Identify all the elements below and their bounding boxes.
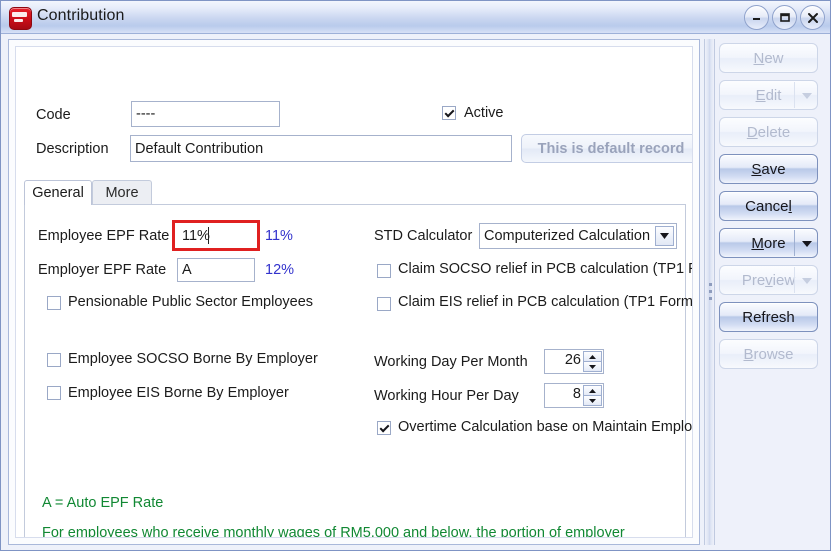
action-button-label: Edit — [755, 86, 782, 104]
button-divider — [794, 82, 795, 108]
window-controls — [744, 5, 825, 30]
form-area: Code ---- Description Default Contributi… — [15, 46, 693, 538]
overtime-calculation-label: Overtime Calculation base on Maintain Em… — [398, 419, 693, 435]
payroll-app-icon — [9, 7, 32, 30]
spinner-up-icon[interactable] — [583, 385, 602, 396]
action-button-preview: Preview — [719, 265, 818, 295]
working-hour-per-day-value: 8 — [572, 386, 581, 402]
description-label: Description — [36, 141, 109, 157]
employee-eis-borne-checkbox[interactable] — [47, 386, 61, 400]
code-label: Code — [36, 107, 71, 123]
button-divider — [794, 230, 795, 256]
claim-socso-relief-label: Claim SOCSO relief in PCB calculation (T… — [398, 261, 693, 277]
code-input[interactable]: ---- — [131, 101, 280, 127]
employer-epf-rate-label: Employer EPF Rate — [38, 262, 167, 278]
chevron-down-icon[interactable] — [802, 241, 812, 247]
claim-eis-relief-checkbox[interactable] — [377, 297, 391, 311]
employee-socso-borne-label: Employee SOCSO Borne By Employer — [68, 351, 318, 367]
button-divider — [794, 267, 795, 293]
minimize-icon[interactable] — [744, 5, 769, 30]
spinner-down-icon[interactable] — [583, 362, 602, 372]
content-panel: Code ---- Description Default Contributi… — [8, 39, 700, 545]
chevron-down-icon[interactable] — [655, 226, 674, 246]
working-hour-per-day-stepper[interactable]: 8 — [544, 383, 604, 408]
action-button-save[interactable]: Save — [719, 154, 818, 184]
action-button-edit: Edit — [719, 80, 818, 110]
description-input[interactable]: Default Contribution — [130, 135, 512, 162]
note-employer-contribution: For employees who receive monthly wages … — [42, 525, 625, 538]
action-button-label: Save — [751, 160, 786, 178]
working-day-per-month-value: 26 — [564, 352, 581, 368]
active-checkbox[interactable] — [442, 106, 456, 120]
panel-splitter[interactable] — [704, 39, 715, 545]
action-button-label: More — [751, 234, 786, 252]
pensionable-public-sector-label: Pensionable Public Sector Employees — [68, 294, 314, 310]
employee-epf-rate-label: Employee EPF Rate — [38, 228, 170, 244]
active-label: Active — [464, 105, 504, 121]
std-calculator-select[interactable]: Computerized Calculation — [479, 223, 677, 249]
splitter-grip — [709, 283, 712, 307]
employer-epf-rate-input[interactable]: A — [177, 258, 255, 282]
spinner-up-icon[interactable] — [583, 351, 602, 362]
working-day-per-month-stepper[interactable]: 26 — [544, 349, 604, 374]
default-record-button[interactable]: This is default record — [521, 134, 692, 163]
contribution-window: Contribution Code ---- Description Defau… — [0, 0, 831, 551]
close-icon[interactable] — [800, 5, 825, 30]
spinner-buttons — [583, 385, 602, 406]
std-calculator-value: Computerized Calculation — [484, 228, 651, 244]
action-button-label: Cancel — [745, 197, 792, 215]
action-button-label: Delete — [746, 123, 791, 141]
action-button-delete: Delete — [719, 117, 818, 147]
chevron-down-icon — [802, 93, 812, 99]
pensionable-public-sector-checkbox[interactable] — [47, 296, 61, 310]
employee-socso-borne-checkbox[interactable] — [47, 353, 61, 367]
title-bar: Contribution — [1, 1, 830, 34]
tab-more[interactable]: More — [92, 180, 152, 205]
tab-general[interactable]: General — [24, 180, 92, 205]
chevron-down-icon — [802, 278, 812, 284]
text-caret — [208, 227, 209, 244]
action-button-label: Preview — [741, 271, 796, 289]
claim-eis-relief-label: Claim EIS relief in PCB calculation (TP1… — [398, 294, 693, 310]
spinner-buttons — [583, 351, 602, 372]
claim-socso-relief-checkbox[interactable] — [377, 264, 391, 278]
employee-eis-borne-label: Employee EIS Borne By Employer — [68, 385, 289, 401]
employee-epf-rate-input[interactable]: 11% — [177, 225, 255, 247]
spinner-down-icon[interactable] — [583, 396, 602, 406]
action-button-label: Refresh — [742, 308, 795, 326]
std-calculator-label: STD Calculator — [374, 228, 473, 244]
window-title: Contribution — [37, 7, 125, 24]
working-day-per-month-label: Working Day Per Month — [374, 354, 528, 370]
action-button-refresh[interactable]: Refresh — [719, 302, 818, 332]
note-auto-epf-rate: A = Auto EPF Rate — [42, 495, 164, 511]
employee-epf-rate-value-hint: 11% — [265, 228, 293, 244]
action-button-cancel[interactable]: Cancel — [719, 191, 818, 221]
working-hour-per-day-label: Working Hour Per Day — [374, 388, 519, 404]
overtime-calculation-checkbox[interactable] — [377, 421, 391, 435]
action-button-column: New Edit Delete Save Cancel More Preview Refres… — [719, 43, 822, 376]
action-button-more[interactable]: More — [719, 228, 818, 258]
action-button-label: New — [753, 49, 784, 67]
action-button-new: New — [719, 43, 818, 73]
employer-epf-rate-value-hint: 12% — [265, 262, 295, 278]
action-button-browse: Browse — [719, 339, 818, 369]
tab-strip: General More — [24, 180, 686, 205]
maximize-icon[interactable] — [772, 5, 797, 30]
action-button-label: Browse — [743, 345, 794, 363]
